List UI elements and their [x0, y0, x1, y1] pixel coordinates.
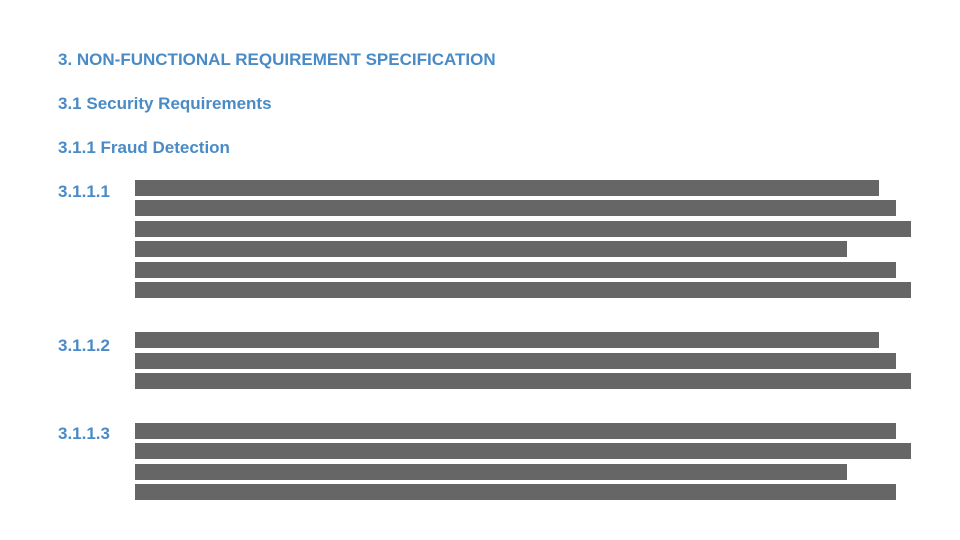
- section-title: 3. NON-FUNCTIONAL REQUIREMENT SPECIFICAT…: [58, 50, 496, 69]
- redacted-line: [135, 262, 896, 278]
- redacted-line: [135, 353, 896, 369]
- redacted-line: [135, 332, 879, 348]
- requirement-id: 3.1.1.2: [58, 336, 110, 355]
- requirement-id: 3.1.1.3: [58, 424, 110, 443]
- redacted-line: [135, 423, 896, 439]
- redacted-line: [135, 282, 911, 298]
- subsection-title: 3.1 Security Requirements: [58, 94, 272, 113]
- redacted-line: [135, 443, 911, 459]
- document-page: 3. NON-FUNCTIONAL REQUIREMENT SPECIFICAT…: [0, 0, 960, 540]
- redacted-line: [135, 373, 911, 389]
- redacted-line: [135, 241, 847, 257]
- redacted-line: [135, 180, 879, 196]
- redacted-line: [135, 221, 911, 237]
- subsubsection-title: 3.1.1 Fraud Detection: [58, 138, 230, 157]
- redacted-line: [135, 464, 847, 480]
- redacted-line: [135, 484, 896, 500]
- redacted-line: [135, 200, 896, 216]
- requirement-id: 3.1.1.1: [58, 182, 110, 201]
